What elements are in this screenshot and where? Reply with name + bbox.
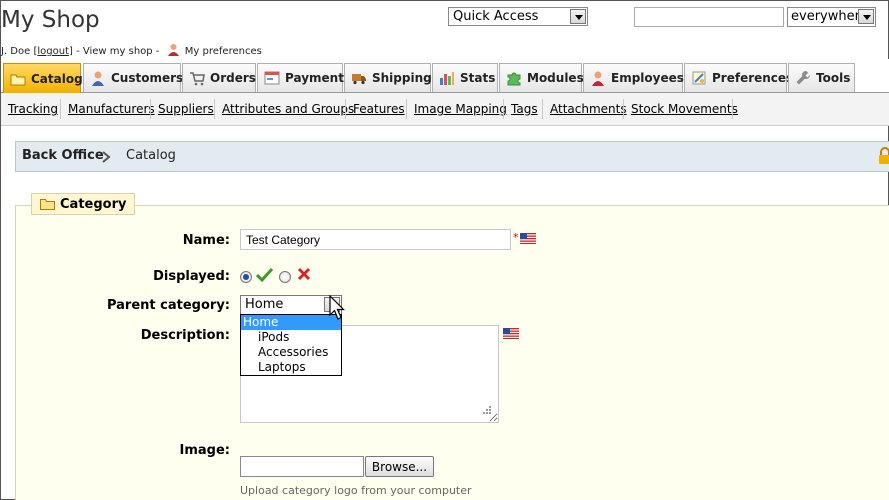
my-preferences-link[interactable]: My preferences — [185, 46, 262, 57]
displayed-no-radio[interactable] — [279, 271, 291, 283]
subtab-suppliers[interactable]: Suppliers — [158, 102, 214, 116]
subtab-tracking[interactable]: Tracking — [8, 102, 58, 116]
dropdown-option-accessories[interactable]: Accessories — [241, 345, 341, 360]
tab-catalog[interactable]: Catalog — [3, 63, 83, 93]
subtab-divider — [406, 99, 407, 119]
fieldset-legend: Category — [31, 193, 136, 215]
legend-label: Category — [60, 196, 127, 212]
subtab-divider — [732, 99, 733, 119]
tab-orders[interactable]: Orders — [182, 63, 256, 92]
breadcrumb-home[interactable]: Back Office — [22, 148, 104, 163]
user-name: J. Doe [ — [1, 46, 38, 57]
required-mark: * — [513, 231, 519, 244]
subtab-divider — [542, 99, 543, 119]
parent-category-select[interactable]: Home — [240, 295, 342, 315]
image-hint: Upload category logo from your computer — [240, 484, 472, 497]
image-file-input[interactable] — [240, 456, 364, 477]
tab-preferences[interactable]: Preferences — [684, 63, 793, 92]
parent-category-dropdown: Home iPods Accessories Laptops — [240, 314, 342, 376]
dropdown-option-home[interactable]: Home — [241, 315, 341, 330]
wrench-icon — [796, 71, 810, 85]
tab-employees[interactable]: Employees — [583, 63, 684, 92]
dropdown-option-ipods[interactable]: iPods — [241, 330, 341, 345]
logout-link[interactable]: logout — [37, 46, 69, 57]
subtab-manufacturers[interactable]: Manufacturers — [68, 102, 155, 116]
cart-icon — [190, 72, 205, 86]
chart-icon — [440, 72, 454, 85]
tab-payment[interactable]: Payment — [257, 63, 344, 92]
user-icon — [92, 71, 104, 86]
dropdown-option-laptops[interactable]: Laptops — [241, 360, 341, 375]
subtab-features[interactable]: Features — [353, 102, 405, 116]
tab-label: Payment — [285, 71, 344, 85]
browse-button[interactable]: Browse... — [365, 456, 434, 477]
user-bar: J. Doe [logout] - View my shop - My pref… — [1, 43, 262, 57]
chevron-down-icon — [570, 9, 586, 24]
check-icon — [256, 267, 273, 282]
name-label: Name: — [182, 233, 230, 248]
subtab-image-mapping[interactable]: Image Mapping — [414, 102, 507, 116]
folder-icon — [40, 199, 55, 210]
chevron-down-icon — [858, 9, 874, 24]
truck-icon — [352, 74, 366, 85]
subtab-attachments[interactable]: Attachments — [550, 102, 627, 116]
tab-label: Orders — [210, 71, 256, 85]
payment-icon — [264, 71, 280, 85]
subtab-stock-movements[interactable]: Stock Movements — [631, 102, 738, 116]
employee-icon — [167, 44, 179, 56]
tab-label: Stats — [460, 71, 496, 85]
subtab-divider — [623, 99, 624, 119]
image-label: Image: — [179, 443, 230, 458]
displayed-label: Displayed: — [153, 269, 230, 284]
folder-icon — [10, 74, 26, 85]
quick-access-select[interactable]: Quick Access — [448, 7, 588, 26]
tab-label: Tools — [816, 71, 851, 85]
shop-title: My Shop — [1, 7, 100, 33]
cross-icon — [297, 267, 311, 281]
tab-label: Customers — [111, 71, 184, 85]
view-sep: - — [152, 46, 163, 57]
subtab-divider — [503, 99, 504, 119]
breadcrumb-current: Catalog — [126, 148, 176, 163]
description-label: Description: — [140, 328, 230, 343]
us-flag-icon[interactable] — [520, 233, 536, 244]
search-scope-select[interactable]: everywhere — [787, 7, 876, 27]
resize-grip-icon[interactable] — [480, 405, 492, 417]
tab-shipping[interactable]: Shipping — [344, 63, 432, 92]
lock-icon[interactable] — [877, 147, 889, 165]
tab-stats[interactable]: Stats — [432, 63, 498, 92]
parent-category-value: Home — [245, 297, 284, 312]
name-input[interactable] — [240, 229, 511, 250]
subtab-tags[interactable]: Tags — [511, 102, 538, 116]
chevron-right-icon — [102, 151, 111, 163]
employee-icon — [592, 71, 604, 86]
subtab-attributes[interactable]: Attributes and Groups — [222, 102, 354, 116]
tab-label: Shipping — [372, 71, 432, 85]
view-shop-link[interactable]: View my shop — [83, 46, 153, 57]
puzzle-icon — [507, 72, 521, 86]
us-flag-icon[interactable] — [503, 328, 519, 339]
tab-customers[interactable]: Customers — [83, 63, 184, 92]
tab-label: Modules — [527, 71, 584, 85]
quick-access-value: Quick Access — [453, 9, 539, 24]
tab-tools[interactable]: Tools — [788, 63, 855, 92]
parent-category-label: Parent category: — [106, 298, 230, 313]
displayed-yes-radio[interactable] — [240, 271, 252, 283]
subtab-divider — [60, 99, 61, 119]
subtab-divider — [150, 99, 151, 119]
search-scope-value: everywhere — [791, 9, 868, 24]
search-input[interactable] — [634, 7, 784, 27]
subtab-divider — [214, 99, 215, 119]
subtab-divider — [345, 99, 346, 119]
tab-label: Preferences — [712, 71, 794, 85]
mouse-cursor-icon — [329, 295, 345, 320]
user-sep: ] - — [68, 46, 83, 57]
tab-label: Catalog — [31, 71, 83, 86]
preferences-icon — [692, 71, 706, 85]
tab-modules[interactable]: Modules — [499, 63, 584, 92]
tab-label: Employees — [611, 71, 684, 85]
